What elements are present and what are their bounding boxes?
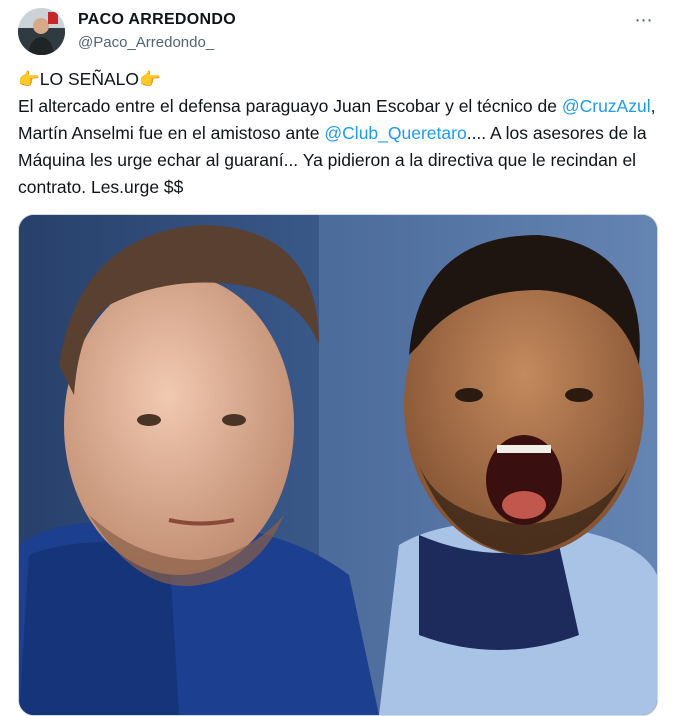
more-options-icon[interactable]: ⋯ [630, 8, 658, 32]
mention-club-queretaro-link[interactable]: @Club_Queretaro [324, 123, 466, 143]
author-display-name[interactable]: PACO ARREDONDO [78, 11, 236, 29]
tweet-paragraph: El altercado entre el defensa paraguayo … [18, 93, 658, 201]
author-avatar[interactable] [18, 8, 65, 55]
tweet-text-line1: El altercado entre el defensa paraguayo … [18, 96, 557, 116]
tweet-media-photo[interactable] [18, 214, 658, 716]
author-handle[interactable]: @Paco_Arredondo_ [78, 34, 214, 51]
photo-of-two-men-icon [19, 215, 657, 715]
mention-cruzazul-link[interactable]: @CruzAzul [562, 96, 651, 116]
tweet-body: 👉LO SEÑALO👉 El altercado entre el defens… [18, 66, 658, 201]
tweet-header: PACO ARREDONDO @Paco_Arredondo_ ⋯ [18, 8, 662, 56]
tweet-headline: 👉LO SEÑALO👉 [18, 69, 161, 89]
avatar-photo-icon [18, 8, 65, 55]
